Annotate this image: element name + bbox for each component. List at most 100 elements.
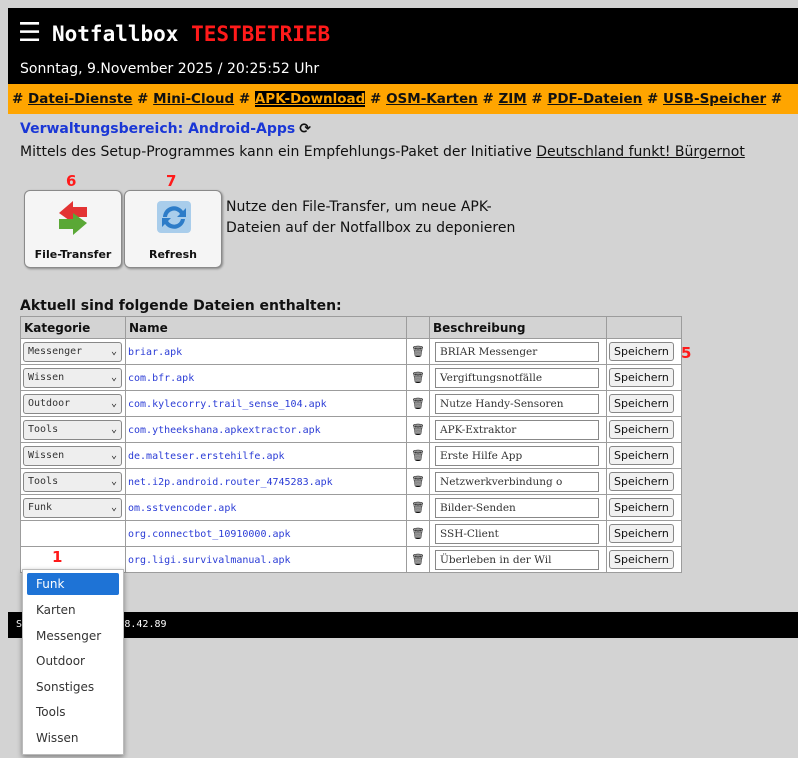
beschreibung-input[interactable]: Überleben in der Wil xyxy=(435,549,599,570)
chevron-down-icon: ⌄ xyxy=(110,397,117,409)
refresh-icon[interactable]: ⟳ xyxy=(299,121,311,137)
apk-file-link[interactable]: com.bfr.apk xyxy=(128,373,194,384)
nav-link-datei-dienste[interactable]: Datei-Dienste xyxy=(28,91,132,107)
kategorie-select[interactable]: Funk ⌄ xyxy=(23,497,122,518)
trash-icon[interactable]: 🗑 xyxy=(411,345,425,358)
dropdown-option-messenger[interactable]: Messenger xyxy=(23,624,123,650)
name-cell: om.sstvencoder.apk xyxy=(125,494,407,521)
table-row: Outdoor ⌄ com.kylecorry.trail_sense_104.ap… xyxy=(20,390,682,417)
trash-icon[interactable]: 🗑 xyxy=(411,527,425,540)
name-cell: com.ytheekshana.apkextractor.apk xyxy=(125,416,407,443)
trash-icon[interactable]: 🗑 xyxy=(411,501,425,514)
dropdown-option-funk[interactable]: Funk xyxy=(27,573,119,595)
beschreibung-input[interactable]: Netzwerkverbindung o xyxy=(435,471,599,492)
beschreibung-input[interactable]: SSH-Client xyxy=(435,523,599,544)
intro-text-start: Mittels des Setup-Programmes kann ein Em… xyxy=(20,144,537,160)
apk-file-link[interactable]: net.i2p.android.router_4745283.apk xyxy=(128,477,333,488)
table-row: Wissen ⌄ de.malteser.erstehilfe.apk 🗑 Erste … xyxy=(20,442,682,469)
trash-icon[interactable]: 🗑 xyxy=(411,423,425,436)
table-title: Aktuell sind folgende Dateien enthalten: xyxy=(20,298,342,314)
beschreibung-input[interactable]: APK-Extraktor xyxy=(435,419,599,440)
kategorie-select[interactable]: Wissen ⌄ xyxy=(23,445,122,466)
name-cell: com.kylecorry.trail_sense_104.apk xyxy=(125,390,407,417)
apk-file-link[interactable]: org.connectbot_10910000.apk xyxy=(128,529,291,540)
delete-cell: 🗑 xyxy=(406,442,430,469)
actions-cell: Speichern xyxy=(606,364,682,391)
apk-file-link[interactable]: de.malteser.erstehilfe.apk xyxy=(128,451,285,462)
beschreibung-input[interactable]: Vergiftungsnotfälle xyxy=(435,367,599,388)
app-title: Notfallbox TESTBETRIEB xyxy=(52,22,330,46)
beschreibung-cell: Vergiftungsnotfälle xyxy=(429,364,607,391)
save-button[interactable]: Speichern xyxy=(609,394,674,413)
nav-separator: # xyxy=(234,91,255,107)
nav-link-zim[interactable]: ZIM xyxy=(498,91,526,107)
trash-icon[interactable]: 🗑 xyxy=(411,553,425,566)
apk-file-link[interactable]: om.sstvencoder.apk xyxy=(128,503,236,514)
dropdown-option-tools[interactable]: Tools xyxy=(23,700,123,726)
kategorie-value: Tools xyxy=(28,475,59,487)
section-title: Verwaltungsbereich: Android-Apps ⟳ xyxy=(20,121,311,137)
actions-cell: Speichern xyxy=(606,468,682,495)
save-button[interactable]: Speichern xyxy=(609,446,674,465)
trash-icon[interactable]: 🗑 xyxy=(411,449,425,462)
kategorie-select[interactable]: Wissen ⌄ xyxy=(23,367,122,388)
save-button[interactable]: Speichern xyxy=(609,342,674,361)
trash-icon[interactable]: 🗑 xyxy=(411,371,425,384)
actions-cell: Speichern xyxy=(606,338,682,365)
save-button[interactable]: Speichern xyxy=(609,368,674,387)
refresh-button[interactable]: Refresh xyxy=(124,190,222,268)
table-row: Wissen ⌄ com.bfr.apk 🗑 Vergiftungsnotfälle Sp… xyxy=(20,364,682,391)
dropdown-option-wissen[interactable]: Wissen xyxy=(23,726,123,752)
save-button[interactable]: Speichern xyxy=(609,498,674,517)
kategorie-value: Tools xyxy=(28,423,59,435)
nav-link-usb-speicher[interactable]: USB-Speicher xyxy=(663,91,766,107)
kategorie-cell: Wissen ⌄ xyxy=(20,364,126,391)
actions-cell: Speichern xyxy=(606,546,682,573)
dropdown-option-sonstiges[interactable]: Sonstiges xyxy=(23,675,123,701)
file-transfer-button[interactable]: File-Transfer xyxy=(24,190,122,268)
nav-link-mini-cloud[interactable]: Mini-Cloud xyxy=(153,91,234,107)
name-cell: de.malteser.erstehilfe.apk xyxy=(125,442,407,469)
actions-cell: Speichern xyxy=(606,494,682,521)
dropdown-option-outdoor[interactable]: Outdoor xyxy=(23,649,123,675)
save-button[interactable]: Speichern xyxy=(609,524,674,543)
beschreibung-input[interactable]: Erste Hilfe App xyxy=(435,445,599,466)
trash-icon[interactable]: 🗑 xyxy=(411,397,425,410)
brand-suffix: TESTBETRIEB xyxy=(191,22,331,46)
footer-bar: S 8.42.89 / 192.168.42.89 xyxy=(8,612,798,638)
transfer-arrows-icon xyxy=(59,201,87,235)
beschreibung-input[interactable]: Nutze Handy-Sensoren xyxy=(435,393,599,414)
nav-separator: # xyxy=(766,91,783,107)
delete-cell: 🗑 xyxy=(406,338,430,365)
nav-link-pdf-dateien[interactable]: PDF-Dateien xyxy=(547,91,642,107)
kategorie-select[interactable]: Outdoor ⌄ xyxy=(23,393,122,414)
apk-file-link[interactable]: com.ytheekshana.apkextractor.apk xyxy=(128,425,321,436)
hamburger-menu-icon[interactable]: ☰ xyxy=(18,20,41,46)
kategorie-select[interactable]: Messenger ⌄ xyxy=(23,341,122,362)
save-button[interactable]: Speichern xyxy=(609,472,674,491)
kategorie-value: Wissen xyxy=(28,449,65,461)
apk-file-link[interactable]: org.ligi.survivalmanual.apk xyxy=(128,555,291,566)
actions-cell: Speichern xyxy=(606,442,682,469)
table-row: Tools ⌄ net.i2p.android.router_4745283.apk… xyxy=(20,468,682,495)
actions-cell: Speichern xyxy=(606,416,682,443)
chevron-down-icon: ⌄ xyxy=(110,475,117,487)
beschreibung-input[interactable]: BRIAR Messenger xyxy=(435,341,599,362)
nav-link-apk-download[interactable]: APK-Download xyxy=(254,91,366,107)
refresh-arrows-icon xyxy=(157,201,191,233)
name-cell: org.connectbot_10910000.apk xyxy=(125,520,407,547)
dropdown-option-karten[interactable]: Karten xyxy=(23,598,123,624)
kategorie-select[interactable]: Tools ⌄ xyxy=(23,471,122,492)
nav-link-osm-karten[interactable]: OSM-Karten xyxy=(386,91,478,107)
kategorie-select[interactable]: Tools ⌄ xyxy=(23,419,122,440)
beschreibung-input[interactable]: Bilder-Senden xyxy=(435,497,599,518)
trash-icon[interactable]: 🗑 xyxy=(411,475,425,488)
save-button[interactable]: Speichern xyxy=(609,420,674,439)
apk-file-link[interactable]: briar.apk xyxy=(128,347,182,358)
intro-link[interactable]: Deutschland funkt! Bürgernot xyxy=(536,144,745,160)
apk-file-link[interactable]: com.kylecorry.trail_sense_104.apk xyxy=(128,399,327,410)
chevron-down-icon: ⌄ xyxy=(110,371,117,383)
save-button[interactable]: Speichern xyxy=(609,550,674,569)
nav-separator: # xyxy=(477,91,499,107)
table-row: org.connectbot_10910000.apk 🗑 SSH-Client Sp… xyxy=(20,520,682,547)
